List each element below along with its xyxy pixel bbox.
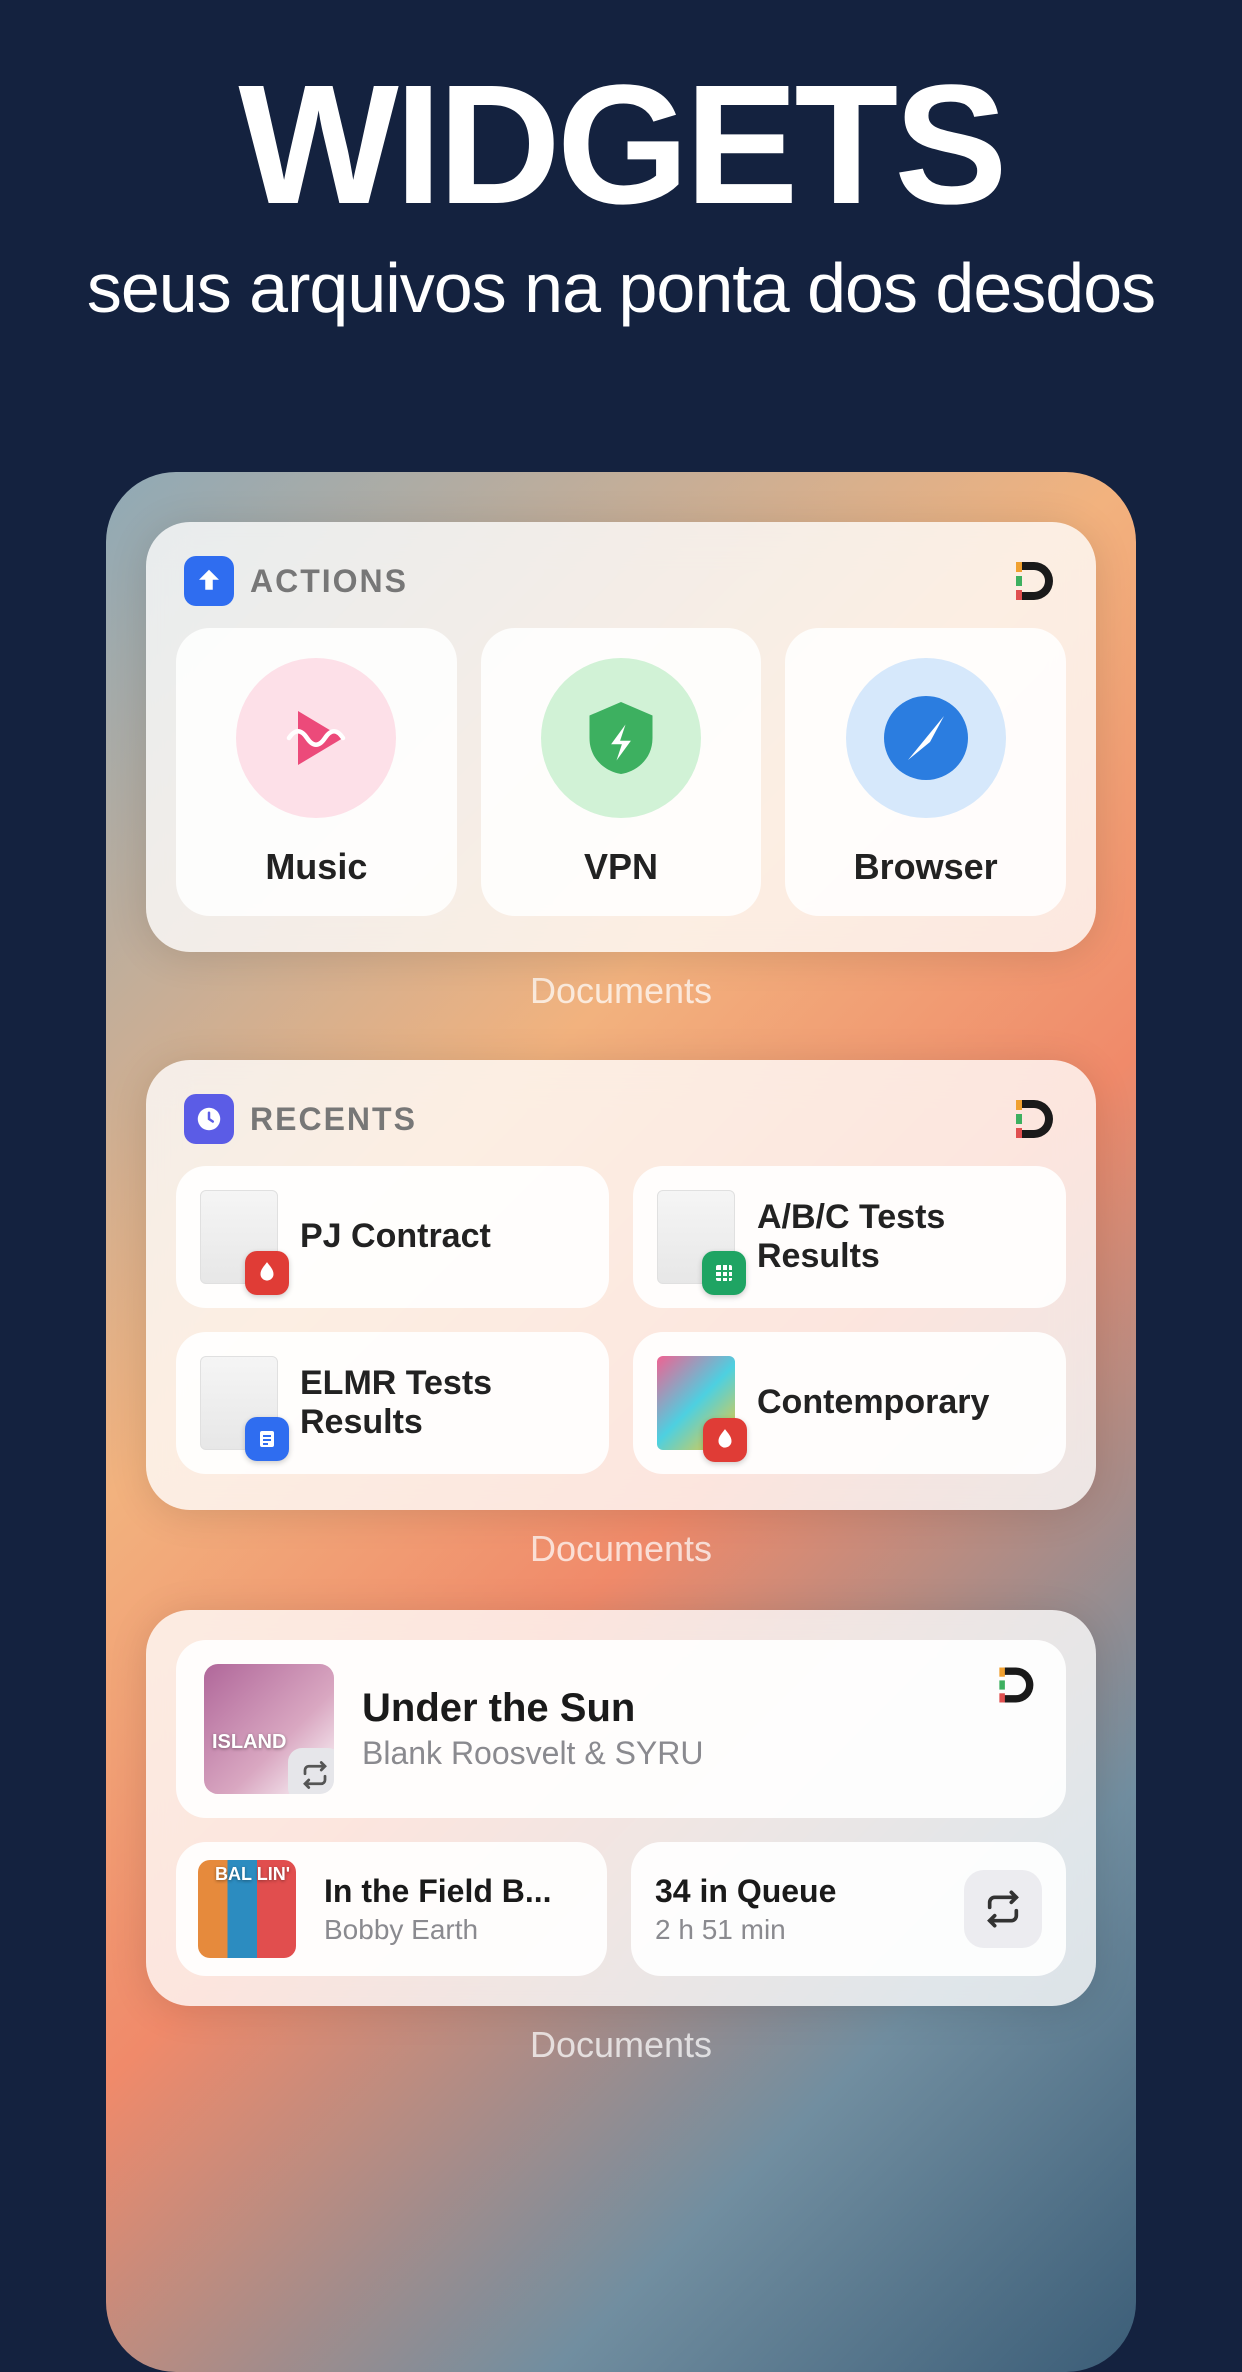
sheet-badge-icon: [702, 1251, 746, 1295]
music-caption: Documents: [146, 2024, 1096, 2066]
queue-row[interactable]: 34 in Queue 2 h 51 min: [631, 1842, 1066, 1976]
recent-file-label: PJ Contract: [300, 1217, 491, 1256]
file-thumb-icon: [200, 1356, 278, 1450]
album-art-text: ISLAND: [212, 1731, 286, 1754]
vpn-shield-icon: [541, 658, 701, 818]
pdf-badge-icon: [245, 1251, 289, 1295]
action-music[interactable]: Music: [176, 628, 457, 916]
recents-caption: Documents: [146, 1528, 1096, 1570]
brand-d-icon: [1008, 1094, 1058, 1144]
recent-file-pj-contract[interactable]: PJ Contract: [176, 1166, 609, 1308]
recent-file-abc-tests[interactable]: A/B/C Tests Results: [633, 1166, 1066, 1308]
file-thumb-icon: [657, 1356, 735, 1450]
recent-file-elmr-tests[interactable]: ELMR Tests Results: [176, 1332, 609, 1474]
now-playing-row[interactable]: ISLAND Under the Sun Blank Roosvelt & SY…: [176, 1640, 1066, 1818]
music-widget[interactable]: ISLAND Under the Sun Blank Roosvelt & SY…: [146, 1610, 1096, 2006]
recent-file-label: ELMR Tests Results: [300, 1364, 585, 1442]
action-browser[interactable]: Browser: [785, 628, 1066, 916]
shuffle-button[interactable]: [964, 1870, 1042, 1948]
actions-header: ACTIONS: [176, 552, 1066, 628]
queue-title: 34 in Queue: [655, 1873, 836, 1910]
actions-widget[interactable]: ACTIONS Music: [146, 522, 1096, 952]
action-vpn-label: VPN: [584, 846, 658, 888]
recents-clock-icon: [184, 1094, 234, 1144]
hero-subtitle: seus arquivos na ponta dos desdos: [0, 248, 1242, 328]
actions-header-title: ACTIONS: [250, 563, 408, 600]
recents-header: RECENTS: [176, 1090, 1066, 1166]
album-art-icon: BAL LIN': [198, 1860, 296, 1958]
brand-d-icon: [992, 1662, 1038, 1708]
now-playing-title: Under the Sun: [362, 1686, 1038, 1731]
queue-duration: 2 h 51 min: [655, 1914, 836, 1946]
file-thumb-icon: [657, 1190, 735, 1284]
recents-widget[interactable]: RECENTS PJ Contract: [146, 1060, 1096, 1510]
actions-header-icon: [184, 556, 234, 606]
action-browser-label: Browser: [854, 846, 998, 888]
doc-badge-icon: [245, 1417, 289, 1461]
action-music-label: Music: [265, 846, 367, 888]
hero-title: WIDGETS: [0, 60, 1242, 230]
phone-frame: ACTIONS Music: [106, 472, 1136, 2372]
browser-compass-icon: [846, 658, 1006, 818]
album-art-text: BAL LIN': [215, 1866, 290, 1883]
music-play-icon: [236, 658, 396, 818]
now-playing-artist: Blank Roosvelt & SYRU: [362, 1735, 1038, 1772]
recents-header-title: RECENTS: [250, 1101, 417, 1138]
repeat-icon: [288, 1748, 334, 1794]
album-art-icon: ISLAND: [204, 1664, 334, 1794]
recent-file-contemporary[interactable]: Contemporary: [633, 1332, 1066, 1474]
repeat-icon: [983, 1889, 1023, 1929]
recent-file-label: Contemporary: [757, 1383, 989, 1422]
action-vpn[interactable]: VPN: [481, 628, 762, 916]
actions-caption: Documents: [146, 970, 1096, 1012]
file-thumb-icon: [200, 1190, 278, 1284]
next-track-artist: Bobby Earth: [324, 1914, 585, 1946]
pdf-badge-icon: [703, 1418, 747, 1462]
next-track-title: In the Field B...: [324, 1873, 585, 1910]
brand-d-icon: [1008, 556, 1058, 606]
recent-file-label: A/B/C Tests Results: [757, 1198, 1042, 1276]
next-track-row[interactable]: BAL LIN' In the Field B... Bobby Earth: [176, 1842, 607, 1976]
